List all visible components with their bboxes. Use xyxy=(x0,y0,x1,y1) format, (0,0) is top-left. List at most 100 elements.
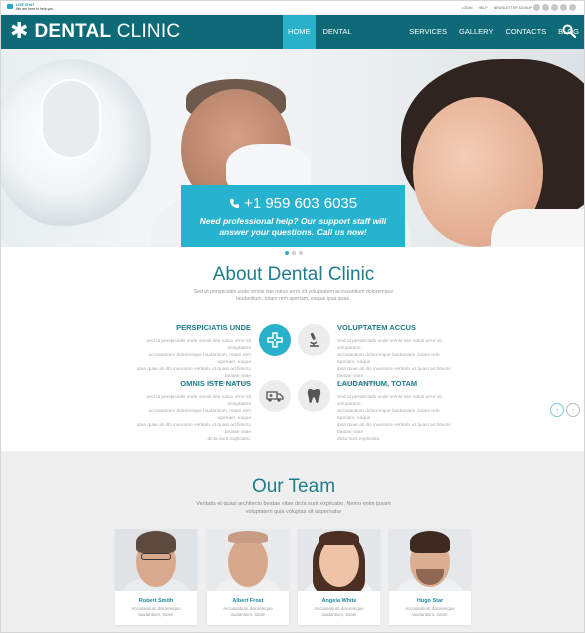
feature-title[interactable]: OMNIS ISTE NATUS xyxy=(131,379,251,388)
feature-text-line: Sed ut perspiciatis unde omnis iste natu… xyxy=(146,395,251,407)
avatar-hair xyxy=(228,531,268,543)
feature-text: Sed ut perspiciatis unde omnis iste natu… xyxy=(131,394,251,443)
hero-message: Need professional help? Our support staf… xyxy=(181,216,405,238)
nav-dental-treatments[interactable]: DENTAL TREATMENTS xyxy=(318,15,403,70)
feature-text-line: accusantium doloremque laudantium, totam… xyxy=(148,353,251,365)
member-name: Angela White xyxy=(321,598,357,604)
team-subtitle-line: Veritatis et quasi architecto beatae vit… xyxy=(196,501,391,507)
avatar-hair xyxy=(319,531,359,545)
avatar xyxy=(207,529,289,591)
team-subtitle-line: voluptatem quia voluptas sit aspernatur xyxy=(245,509,342,515)
slider-dot[interactable] xyxy=(285,251,289,255)
about-subtitle-line: laudantium, totam rem aperiam, eaque ips… xyxy=(236,296,351,302)
main-nav: HOME DENTAL TREATMENTS SERVICES GALLERY … xyxy=(283,15,584,70)
microscope-glyph xyxy=(310,332,319,347)
team-title: Our Team xyxy=(251,476,336,497)
member-description-line: laudantium, totam xyxy=(321,612,357,617)
live-chat-caption: We are here to help you xyxy=(16,7,54,11)
hero-message-line: answer your questions. Call us now! xyxy=(219,227,367,237)
about-title: About Dental Clinic xyxy=(212,264,375,285)
linkedin-icon[interactable] xyxy=(560,4,567,11)
avatar xyxy=(298,529,380,591)
feature-text-line: dicta sunt explicabo. xyxy=(337,437,381,442)
facebook-icon[interactable] xyxy=(533,4,540,11)
feature-text-line: ipsa quae ab illo inventore veritatis et… xyxy=(137,423,251,435)
nav-home[interactable]: HOME xyxy=(283,15,316,49)
microscope-icon[interactable] xyxy=(298,324,330,356)
hero-message-line: Need professional help? Our support staf… xyxy=(199,216,387,226)
feature-text-line: accusantium doloremque laudantium, totam… xyxy=(337,353,440,365)
asterisk-logo-icon: ✱ xyxy=(10,19,29,44)
feature-title[interactable]: VOLUPTATEM ACCUS xyxy=(337,323,457,332)
ambulance-icon[interactable] xyxy=(259,380,291,412)
help-link[interactable]: HELP xyxy=(479,6,488,10)
dental-lamp-arm xyxy=(41,79,101,159)
feature-title[interactable]: PERSPICIATIS UNDE xyxy=(131,323,251,332)
team-card-albert-frost[interactable]: Albert Frost Accusantium doloremque laud… xyxy=(207,529,289,625)
feature-voluptatem-accus: VOLUPTATEM ACCUS Sed ut perspiciatis und… xyxy=(337,323,457,387)
feature-omnis-iste-natus: OMNIS ISTE NATUS Sed ut perspiciatis und… xyxy=(131,379,251,443)
newsletter-signup-link[interactable]: NEWSLETTER SIGNUP xyxy=(494,6,532,10)
team-card-hugo-star[interactable]: Hugo Star Accusantium doloremque laudant… xyxy=(389,529,471,625)
feature-text-line: Sed ut perspiciatis unde omnis iste natu… xyxy=(337,395,442,407)
main-header: ✱ DENTAL CLINIC HOME DENTAL TREATMENTS S… xyxy=(1,15,584,70)
nav-contacts[interactable]: CONTACTS xyxy=(500,15,551,49)
team-card-robert-smith[interactable]: Robert Smith Accusantium doloremque laud… xyxy=(115,529,197,625)
member-name: Albert Frost xyxy=(232,598,264,604)
slider-dots xyxy=(285,251,303,255)
hero-callout: +1 959 603 6035 Need professional help? … xyxy=(181,185,405,247)
live-chat-link[interactable]: LIVE CHAT We are here to help you xyxy=(7,3,53,11)
tooth-icon[interactable] xyxy=(298,380,330,412)
nav-services[interactable]: SERVICES xyxy=(404,15,452,49)
avatar-face xyxy=(228,537,268,587)
page: LIVE CHAT We are here to help you LOGIN … xyxy=(0,0,585,633)
patient-shirt xyxy=(491,209,584,247)
feature-text-line: Sed ut perspiciatis unde omnis iste natu… xyxy=(337,339,442,351)
hero-phone-number: +1 959 603 6035 xyxy=(244,195,358,212)
top-strip: LIVE CHAT We are here to help you LOGIN … xyxy=(1,1,584,15)
glasses-icon xyxy=(141,553,171,560)
feature-laudantium-totam: LAUDANTIUM, TOTAM Sed ut perspiciatis un… xyxy=(337,379,457,443)
social-icons xyxy=(533,4,576,11)
member-description-line: laudantium, totam xyxy=(138,612,174,617)
feature-text-line: ipsa quae ab illo inventore veritatis et… xyxy=(337,423,451,435)
tooth-glyph xyxy=(307,389,321,404)
member-description: Accusantium doloremque laudantium, totam xyxy=(207,606,289,618)
team-subtitle: Veritatis et quasi architecto beatae vit… xyxy=(186,500,401,516)
top-links: LOGIN HELP NEWSLETTER SIGNUP xyxy=(462,6,532,10)
avatar-hair xyxy=(136,531,176,553)
member-name: Robert Smith xyxy=(138,598,174,604)
login-link[interactable]: LOGIN xyxy=(462,6,473,10)
chat-bubble-icon xyxy=(7,4,13,9)
rss-icon[interactable] xyxy=(569,4,576,11)
search-icon[interactable] xyxy=(562,24,576,38)
hero-phone-row[interactable]: +1 959 603 6035 xyxy=(181,195,405,212)
about-subtitle: Sed ut perspiciatis unde omnis iste natu… xyxy=(181,289,406,303)
member-description: Accusantium doloremque laudantium, totam xyxy=(389,606,471,618)
feature-title[interactable]: LAUDANTIUM, TOTAM xyxy=(337,379,457,388)
twitter-icon[interactable] xyxy=(542,4,549,11)
hospital-glyph xyxy=(267,332,283,348)
slider-dot[interactable] xyxy=(292,251,296,255)
scroll-top-icon[interactable]: ↑ xyxy=(566,403,580,417)
feature-text-line: accusantium doloremque laudantium, totam… xyxy=(148,409,251,421)
logo-text: DENTAL CLINIC xyxy=(34,21,180,43)
feature-text-line: accusantium doloremque laudantium, totam… xyxy=(337,409,440,421)
feature-text-line: dicta sunt explicabo. xyxy=(207,437,251,442)
team-card-angela-white[interactable]: Angela White Accusantium doloremque laud… xyxy=(298,529,380,625)
slider-dot[interactable] xyxy=(299,251,303,255)
google-plus-icon[interactable] xyxy=(551,4,558,11)
member-description: Accusantium doloremque laudantium, totam xyxy=(115,606,197,618)
nav-gallery[interactable]: GALLERY xyxy=(454,15,498,49)
member-description-line: laudantium, totam xyxy=(412,612,448,617)
scroll-controls: ↑ ↑ xyxy=(550,403,580,417)
avatar-hair xyxy=(410,531,450,553)
feature-text-line: ipsa quae ab illo inventore veritatis et… xyxy=(137,367,251,379)
scroll-up-icon[interactable]: ↑ xyxy=(550,403,564,417)
hospital-icon[interactable] xyxy=(259,324,291,356)
about-subtitle-line: Sed ut perspiciatis unde omnis iste natu… xyxy=(193,289,394,295)
phone-icon xyxy=(229,198,239,209)
feature-text-line: ipsa quae ab illo inventore veritatis et… xyxy=(337,367,451,379)
member-description-line: laudantium, totam xyxy=(230,612,266,617)
site-logo[interactable]: ✱ DENTAL CLINIC xyxy=(10,21,180,43)
